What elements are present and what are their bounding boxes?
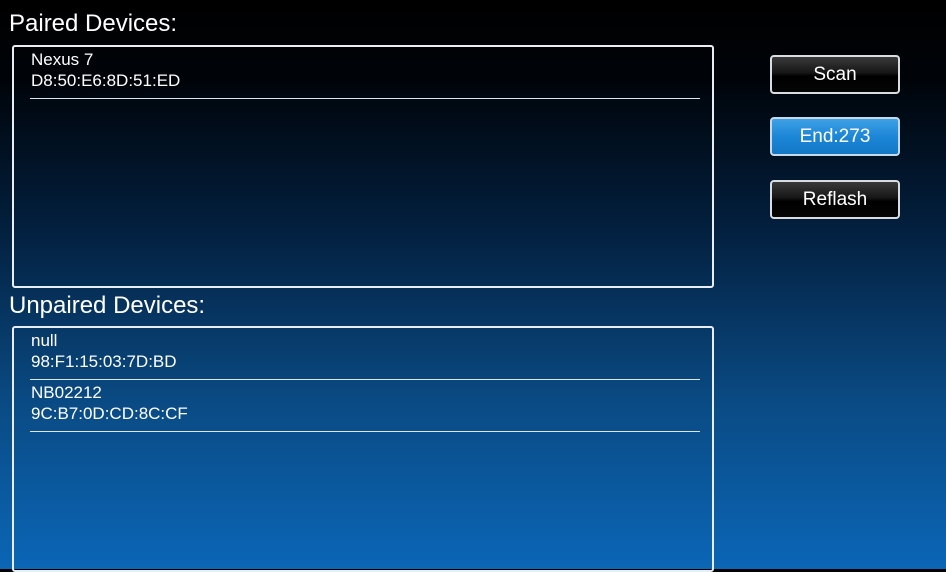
device-name: Nexus 7 [31,50,94,69]
list-item[interactable]: null 98:F1:15:03:7D:BD [30,328,700,380]
device-address: 9C:B7:0D:CD:8C:CF [31,404,188,423]
device-address: 98:F1:15:03:7D:BD [31,352,177,371]
paired-devices-list[interactable]: Nexus 7 D8:50:E6:8D:51:ED [12,45,714,288]
device-name: null [31,331,58,350]
end-button[interactable]: End:273 [770,117,900,156]
device-name: NB02212 [31,383,102,402]
list-item[interactable]: NB02212 9C:B7:0D:CD:8C:CF [30,380,700,432]
paired-devices-title: Paired Devices: [9,10,178,37]
unpaired-devices-list[interactable]: null 98:F1:15:03:7D:BD NB02212 9C:B7:0D:… [12,326,714,572]
list-item[interactable]: Nexus 7 D8:50:E6:8D:51:ED [30,47,700,99]
reflash-button[interactable]: Reflash [770,180,900,219]
scan-button[interactable]: Scan [770,55,900,94]
device-address: D8:50:E6:8D:51:ED [31,71,181,90]
unpaired-devices-title: Unpaired Devices: [9,292,206,319]
